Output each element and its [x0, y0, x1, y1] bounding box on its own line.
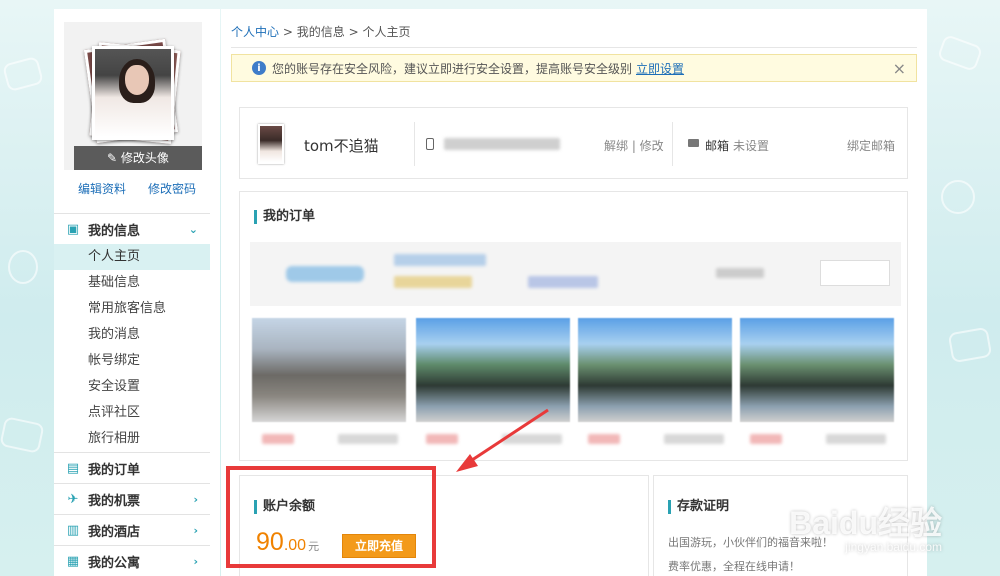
submenu-my-info: 个人主页 基础信息 常用旅客信息 我的消息 帐号绑定 安全设置 点评社区 旅行相… — [54, 244, 210, 452]
document-icon: ▤ — [66, 460, 80, 476]
airplane-icon: ✈ — [67, 491, 79, 507]
email-status: 未设置 — [733, 139, 770, 153]
building-icon: ▥ — [66, 522, 80, 538]
breadcrumb: 个人中心 > 我的信息 > 个人主页 — [231, 23, 410, 40]
id-card-icon: ▣ — [66, 221, 80, 237]
baidu-watermark: Baidu经验 jingyan.baidu.com — [789, 498, 942, 554]
phone-number-blurred — [444, 138, 560, 150]
left-sidebar: ✎ 修改头像 编辑资料 修改密码 ▣ 我的信息 ⌄ 个人主页 基础信息 常用旅客… — [54, 9, 220, 576]
username: tom不追猫 — [304, 137, 379, 155]
setup-now-link[interactable]: 立即设置 — [636, 60, 684, 77]
sidebar-item-account-binding[interactable]: 帐号绑定 — [54, 348, 210, 374]
breadcrumb-separator: > — [348, 25, 359, 39]
background-doodle — [941, 180, 975, 214]
background-doodle — [8, 250, 38, 284]
order-row-blurred[interactable] — [250, 242, 901, 306]
avatar-area: ✎ 修改头像 — [64, 22, 202, 170]
background-doodle — [936, 33, 984, 73]
recommendation-card[interactable] — [252, 318, 406, 444]
email-label: 邮箱 未设置 — [705, 137, 769, 154]
scenery-image — [416, 318, 570, 422]
sidebar-item-my-hotels[interactable]: ▥ 我的酒店 › — [54, 515, 210, 545]
recommendation-card[interactable] — [416, 318, 570, 444]
sidebar-item-my-orders[interactable]: ▤ 我的订单 — [54, 453, 210, 483]
background-doodle — [0, 416, 45, 454]
sidebar-item-my-info[interactable]: ▣ 我的信息 ⌄ — [54, 214, 210, 244]
recommendation-list — [252, 318, 897, 446]
change-password-link[interactable]: 修改密码 — [148, 180, 196, 197]
alert-text: 您的账号存在安全风险，建议立即进行安全设置，提高账号安全级别 — [272, 61, 633, 76]
breadcrumb-current: 个人主页 — [362, 25, 411, 39]
sidebar-item-security[interactable]: 安全设置 — [54, 374, 210, 400]
sidebar-item-label: 我的机票 — [88, 493, 141, 509]
info-icon: i — [252, 61, 266, 75]
sidebar-item-messages[interactable]: 我的消息 — [54, 322, 210, 348]
orders-title: 我的订单 — [254, 210, 315, 224]
sidebar-item-my-apartments[interactable]: ▦ 我的公寓 › — [54, 546, 210, 576]
sidebar-item-basic-info[interactable]: 基础信息 — [54, 270, 210, 296]
divider — [414, 122, 415, 166]
watermark-url: jingyan.baidu.com — [845, 540, 942, 554]
watermark-brand: Baidu经验 — [789, 505, 942, 541]
phone-icon — [426, 138, 434, 150]
recommendation-card[interactable] — [578, 318, 732, 444]
sidebar-item-frequent-travelers[interactable]: 常用旅客信息 — [54, 296, 210, 322]
chevron-down-icon: ⌄ — [188, 222, 198, 236]
orders-section: 我的订单 — [239, 191, 908, 461]
sidebar-item-label: 我的信息 — [88, 223, 141, 239]
background-doodle — [947, 326, 993, 364]
deposit-line-2: 费率优惠，全程在线申请！ — [668, 560, 800, 573]
recommendation-card[interactable] — [740, 318, 894, 444]
sidebar-item-my-flights[interactable]: ✈ 我的机票 › — [54, 484, 210, 514]
mail-icon — [688, 139, 699, 147]
edit-avatar-label: 修改头像 — [120, 151, 169, 165]
close-icon[interactable]: × — [893, 59, 906, 78]
chevron-right-icon: › — [193, 492, 198, 506]
apartment-icon: ▦ — [66, 553, 80, 569]
edit-profile-link[interactable]: 编辑资料 — [78, 180, 126, 197]
chevron-right-icon: › — [193, 554, 198, 568]
breadcrumb-separator: > — [282, 25, 293, 39]
edit-avatar-button[interactable]: ✎ 修改头像 — [74, 146, 202, 170]
divider — [672, 122, 673, 166]
breadcrumb-my-info-link[interactable]: 我的信息 — [297, 25, 345, 39]
bind-email-link[interactable]: 绑定邮箱 — [847, 137, 895, 154]
chevron-right-icon: › — [193, 523, 198, 537]
divider — [231, 47, 917, 48]
deposit-title: 存款证明 — [668, 500, 729, 514]
sidebar-item-personal-home[interactable]: 个人主页 — [54, 244, 210, 270]
scenery-image — [578, 318, 732, 422]
email-label-text: 邮箱 — [705, 139, 730, 153]
sidebar-menu: ▣ 我的信息 ⌄ 个人主页 基础信息 常用旅客信息 我的消息 帐号绑定 安全设置… — [54, 213, 210, 576]
sidebar-item-label: 我的公寓 — [88, 555, 141, 571]
phone-actions[interactable]: 解绑 | 修改 — [604, 137, 664, 154]
annotation-highlight-box — [226, 466, 436, 568]
breadcrumb-home-link[interactable]: 个人中心 — [231, 25, 279, 39]
user-summary: tom不追猫 解绑 | 修改 邮箱 未设置 绑定邮箱 — [239, 107, 908, 179]
background-doodle — [1, 55, 45, 93]
sidebar-item-label: 我的酒店 — [88, 524, 141, 540]
scenery-image — [740, 318, 894, 422]
sidebar-item-travel-album[interactable]: 旅行相册 — [54, 426, 210, 452]
scenery-image — [252, 318, 406, 422]
sidebar-item-label: 我的订单 — [88, 462, 141, 478]
avatar — [83, 38, 181, 145]
security-alert: i 您的账号存在安全风险，建议立即进行安全设置，提高账号安全级别 立即设置 × — [231, 54, 917, 82]
avatar — [258, 124, 284, 164]
sidebar-item-reviews[interactable]: 点评社区 — [54, 400, 210, 426]
